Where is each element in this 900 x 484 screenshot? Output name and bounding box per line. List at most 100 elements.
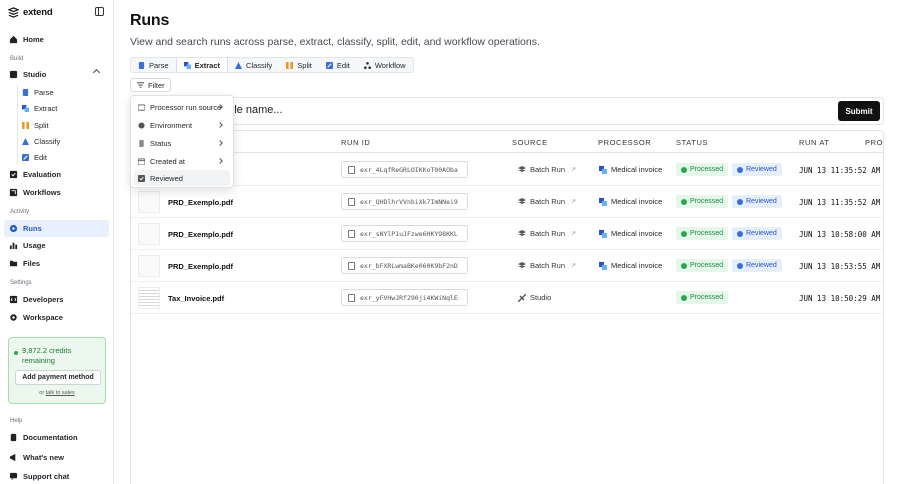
credits-card: 9,872.2 credits remaining Add payment me… xyxy=(8,337,106,404)
sidebar-item-label: Developers xyxy=(23,295,64,304)
sidebar-item-workspace[interactable]: Workspace xyxy=(4,309,109,326)
tab-classify[interactable]: Classify xyxy=(228,58,279,72)
sidebar-subitem-classify[interactable]: Classify xyxy=(18,134,60,148)
status-label: Processed xyxy=(690,230,724,237)
sidebar-item-workflows[interactable]: Workflows xyxy=(4,184,109,201)
calendar-icon xyxy=(138,157,145,165)
sidebar-subitem-extract[interactable]: Extract xyxy=(18,101,57,115)
table-row[interactable]: PRD_Exemplo.pdf exr_bFXRLwmaBKe060K9bF2n… xyxy=(131,250,883,282)
sidebar-item-home[interactable]: Home xyxy=(4,31,109,48)
sidebar-subitem-label: Split xyxy=(34,120,49,130)
file-thumbnail xyxy=(138,287,160,309)
sidebar-item-whats-new[interactable]: What's new xyxy=(4,449,109,466)
col-run-at[interactable]: RUN AT xyxy=(799,138,830,147)
processor-name[interactable]: Medical invoice xyxy=(599,165,662,174)
sidebar-item-support-chat[interactable]: Support chat xyxy=(4,468,109,484)
gear-icon xyxy=(10,314,17,321)
batch-run-link-icon[interactable]: ↗ xyxy=(571,198,576,205)
run-at-timestamp: JUN 13 10:53:55 AM xyxy=(799,262,881,271)
col-processor[interactable]: PROCESSOR xyxy=(598,138,651,147)
tab-label: Workflow xyxy=(374,60,406,70)
evaluation-icon xyxy=(9,170,18,179)
talk-to-sales-text: or talk to sales xyxy=(9,390,105,396)
talk-to-sales-link[interactable]: talk to sales xyxy=(46,390,75,396)
chevron-up-icon[interactable] xyxy=(92,68,101,77)
file-name[interactable]: PRD_Exemplo.pdf xyxy=(168,262,233,271)
sidebar-item-documentation[interactable]: Documentation xyxy=(4,429,109,446)
file-name[interactable]: Tax_Invoice.pdf xyxy=(168,294,224,303)
batch-run-link-icon[interactable]: ↗ xyxy=(571,166,576,173)
batch-run-link-icon[interactable]: ↗ xyxy=(571,230,576,237)
sidebar-subitem-label: Edit xyxy=(34,152,47,162)
run-at-timestamp: JUN 13 11:35:52 AM xyxy=(799,198,881,207)
run-id-chip[interactable]: exr_QHDlhrVVnbiXk7ImNNei9 xyxy=(341,193,468,210)
sidebar-item-evaluation[interactable]: Evaluation xyxy=(4,166,109,183)
sidebar-subitem-edit[interactable]: Edit xyxy=(18,150,47,164)
section-activity: Activity xyxy=(10,209,30,215)
run-id-chip[interactable]: exr_sNYlP1uJFzwe6HKY98KKL xyxy=(341,225,468,242)
workflows-icon xyxy=(9,188,18,197)
filter-option-environment[interactable]: Environment xyxy=(134,117,230,133)
sidebar-item-runs[interactable]: Runs xyxy=(4,220,109,237)
batch-run-link-icon[interactable]: ↗ xyxy=(571,262,576,269)
check-icon xyxy=(737,230,743,237)
filter-icon xyxy=(137,82,144,88)
filter-option-status[interactable]: Status xyxy=(134,135,230,151)
batch-icon xyxy=(518,166,526,172)
page-subtitle: View and search runs across parse, extra… xyxy=(130,36,540,48)
tab-label: Edit xyxy=(336,60,350,70)
table-row[interactable]: PRD_Exemplo.pdf exr_sNYlP1uJFzwe6HKY98KK… xyxy=(131,218,883,250)
run-at-timestamp: JUN 13 11:35:52 AM xyxy=(799,166,881,175)
extract-icon xyxy=(183,61,191,69)
processor-name[interactable]: Medical invoice xyxy=(599,229,662,238)
sidebar: extend Home Build Studio Parse Extract S… xyxy=(0,0,114,484)
table-row[interactable]: Tax_Invoice.pdf exr_yFVHwJRf290ji4KWiNql… xyxy=(131,282,883,314)
sidebar-item-files[interactable]: Files xyxy=(4,255,109,272)
sidebar-item-label: Home xyxy=(23,35,44,44)
brand-name: extend xyxy=(23,6,53,18)
submit-button[interactable]: Submit xyxy=(838,101,880,121)
status-icon xyxy=(139,139,144,147)
processor-name[interactable]: Medical invoice xyxy=(599,261,662,270)
filter-option-processor-run-source[interactable]: Processor run source xyxy=(134,99,230,115)
batch-icon xyxy=(518,262,526,268)
sidebar-item-usage[interactable]: Usage xyxy=(4,237,109,254)
processor-label: Medical invoice xyxy=(611,197,663,206)
sidebar-subitem-parse[interactable]: Parse xyxy=(18,85,54,99)
file-name[interactable]: PRD_Exemplo.pdf xyxy=(168,230,233,239)
col-source[interactable]: SOURCE xyxy=(512,138,548,147)
tab-workflow[interactable]: Workflow xyxy=(357,58,413,72)
extend-logo-icon xyxy=(8,6,19,18)
add-payment-method-button[interactable]: Add payment method xyxy=(15,370,101,385)
file-name[interactable]: PRD_Exemplo.pdf xyxy=(168,198,233,207)
brand-logo[interactable]: extend xyxy=(8,6,53,18)
tab-edit[interactable]: Edit xyxy=(319,58,357,72)
col-status[interactable]: STATUS xyxy=(676,138,708,147)
collapse-sidebar-icon[interactable] xyxy=(95,7,104,16)
col-processor-version[interactable]: PROC xyxy=(865,138,883,147)
tab-extract[interactable]: Extract xyxy=(175,58,229,72)
home-icon xyxy=(9,35,18,44)
processor-name[interactable]: Medical invoice xyxy=(599,197,662,206)
col-run-id[interactable]: RUN ID xyxy=(341,138,370,147)
sidebar-item-developers[interactable]: Developers xyxy=(4,291,109,308)
run-id-chip[interactable]: exr_yFVHwJRf290ji4KWiNqlE xyxy=(341,289,468,306)
tab-split[interactable]: Split xyxy=(279,58,319,72)
section-build: Build xyxy=(10,56,24,62)
chevron-right-icon xyxy=(217,122,223,128)
filter-option-created-at[interactable]: Created at xyxy=(134,153,230,169)
tab-parse[interactable]: Parse xyxy=(131,58,176,72)
run-at-timestamp: JUN 13 10:50:29 AM xyxy=(799,294,881,303)
sidebar-subitem-split[interactable]: Split xyxy=(18,118,49,132)
run-id-chip[interactable]: exr_4LqfReGRLOIKKoT00AOba xyxy=(341,161,468,178)
filter-option-reviewed[interactable]: Reviewed xyxy=(134,170,230,186)
table-row[interactable]: exr_4LqfReGRLOIKKoT00AOba Batch Run ↗ Me… xyxy=(131,154,883,186)
table-row[interactable]: PRD_Exemplo.pdf exr_QHDlhrVVnbiXk7ImNNei… xyxy=(131,186,883,218)
split-icon xyxy=(286,61,294,69)
edit-icon xyxy=(22,153,29,161)
source-label: Batch Run xyxy=(530,229,566,238)
run-id-chip[interactable]: exr_bFXRLwmaBKe060K9bF2nD xyxy=(341,257,468,274)
filter-button[interactable]: Filter xyxy=(130,78,171,92)
sidebar-item-studio[interactable]: Studio xyxy=(4,66,109,83)
check-icon xyxy=(737,262,743,269)
